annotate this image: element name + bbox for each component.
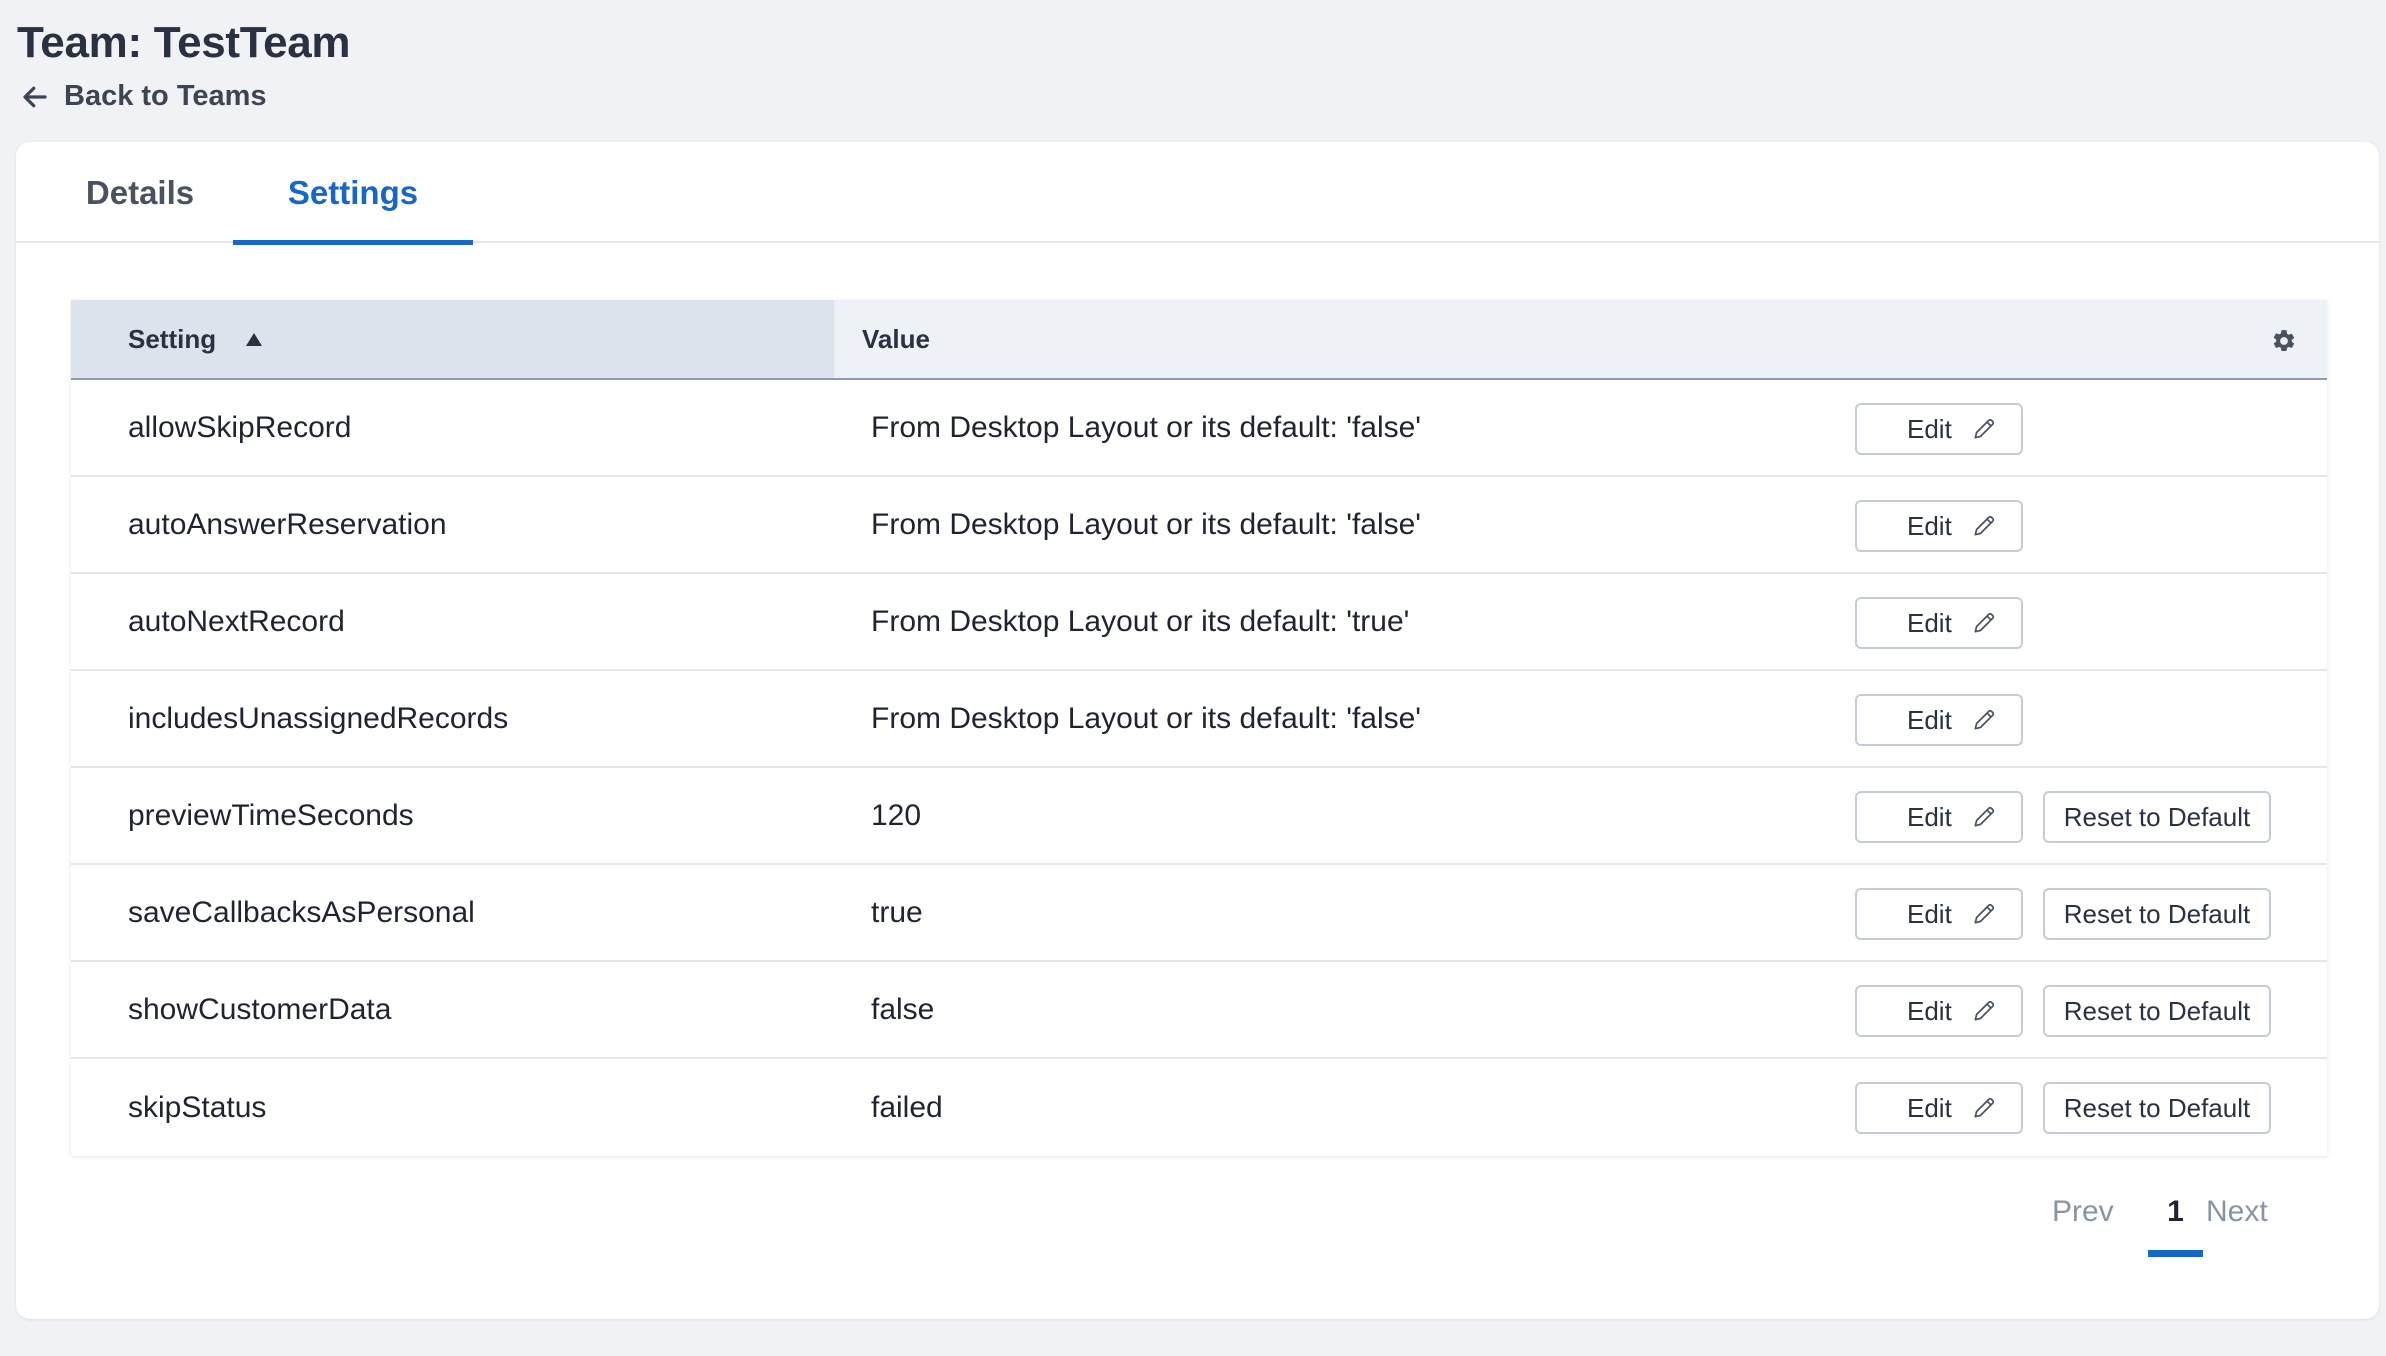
table-header: Setting Value <box>71 300 2327 380</box>
arrow-left-icon <box>23 86 47 107</box>
table-row: showCustomerData false Edit Reset to Defaul… <box>71 962 2327 1059</box>
pagination-next[interactable]: Next <box>2206 1195 2268 1229</box>
pencil-icon <box>1974 806 1995 827</box>
table-row: autoAnswerReservation From Desktop Layout… <box>71 477 2327 574</box>
edit-button-label: Edit <box>1907 1092 1952 1123</box>
pencil-icon <box>1974 612 1995 633</box>
settings-table: Setting Value allowSkipRecord From Deskto… <box>71 300 2327 1156</box>
edit-button-label: Edit <box>1907 898 1952 929</box>
edit-button[interactable]: Edit <box>1855 985 2023 1037</box>
edit-button-label: Edit <box>1907 510 1952 541</box>
edit-button[interactable]: Edit <box>1855 500 2023 552</box>
edit-button-label: Edit <box>1907 607 1952 638</box>
pencil-icon <box>1974 418 1995 439</box>
pencil-icon <box>1974 903 1995 924</box>
setting-value: 120 <box>871 798 922 832</box>
setting-value: From Desktop Layout or its default: 'fal… <box>871 410 1422 444</box>
edit-button[interactable]: Edit <box>1855 1082 2023 1134</box>
edit-button[interactable]: Edit <box>1855 694 2023 746</box>
setting-name: includesUnassignedRecords <box>128 701 509 735</box>
reset-to-default-button[interactable]: Reset to Default <box>2043 888 2271 940</box>
pencil-icon <box>1974 1097 1995 1118</box>
reset-to-default-button[interactable]: Reset to Default <box>2043 985 2271 1037</box>
edit-button-label: Edit <box>1907 704 1952 735</box>
pagination-page-current[interactable]: 1 <box>2148 1195 2203 1257</box>
reset-to-default-button[interactable]: Reset to Default <box>2043 1082 2271 1134</box>
table-body: allowSkipRecord From Desktop Layout or it… <box>71 380 2327 1156</box>
column-header-value: Value <box>834 300 2327 378</box>
setting-value: From Desktop Layout or its default: 'fal… <box>871 507 1422 541</box>
settings-card: Details Settings Setting Value allowSkip… <box>16 142 2379 1319</box>
setting-name: autoAnswerReservation <box>128 507 447 541</box>
edit-button[interactable]: Edit <box>1855 403 2023 455</box>
setting-value: From Desktop Layout or its default: 'fal… <box>871 701 1422 735</box>
table-row: skipStatus failed Edit Reset to Default <box>71 1059 2327 1156</box>
back-link-label: Back to Teams <box>64 80 267 112</box>
table-row: autoNextRecord From Desktop Layout or its… <box>71 574 2327 671</box>
setting-name: saveCallbacksAsPersonal <box>128 895 475 929</box>
pencil-icon <box>1974 515 1995 536</box>
page-title: Team: TestTeam <box>17 18 351 67</box>
gear-icon[interactable] <box>2271 328 2297 354</box>
setting-name: previewTimeSeconds <box>128 798 414 832</box>
setting-name: showCustomerData <box>128 992 392 1026</box>
setting-value: true <box>871 895 923 929</box>
column-header-value-label: Value <box>862 323 930 354</box>
column-header-setting-label: Setting <box>128 323 217 354</box>
sort-ascending-icon <box>246 332 263 346</box>
table-row: allowSkipRecord From Desktop Layout or it… <box>71 380 2327 477</box>
setting-name: autoNextRecord <box>128 604 345 638</box>
setting-value: From Desktop Layout or its default: 'tru… <box>871 604 1410 638</box>
pagination-prev[interactable]: Prev <box>2052 1195 2114 1229</box>
tab-settings[interactable]: Settings <box>233 142 473 245</box>
setting-name: skipStatus <box>128 1090 267 1124</box>
edit-button-label: Edit <box>1907 801 1952 832</box>
back-to-teams-link[interactable]: Back to Teams <box>20 80 267 113</box>
tab-bar: Details Settings <box>16 142 2379 245</box>
setting-name: allowSkipRecord <box>128 410 352 444</box>
edit-button-label: Edit <box>1907 413 1952 444</box>
table-row: previewTimeSeconds 120 Edit Reset to Defaul… <box>71 768 2327 865</box>
pencil-icon <box>1974 1000 1995 1021</box>
table-row: saveCallbacksAsPersonal true Edit Reset to … <box>71 865 2327 962</box>
reset-to-default-button[interactable]: Reset to Default <box>2043 791 2271 843</box>
edit-button[interactable]: Edit <box>1855 597 2023 649</box>
tab-details[interactable]: Details <box>56 142 224 243</box>
column-header-setting[interactable]: Setting <box>71 300 834 378</box>
table-row: includesUnassignedRecords From Desktop La… <box>71 671 2327 768</box>
pencil-icon <box>1974 709 1995 730</box>
setting-value: failed <box>871 1090 943 1124</box>
pagination: Prev 1 Next <box>16 1195 2379 1257</box>
edit-button[interactable]: Edit <box>1855 791 2023 843</box>
edit-button[interactable]: Edit <box>1855 888 2023 940</box>
setting-value: false <box>871 992 935 1026</box>
edit-button-label: Edit <box>1907 995 1952 1026</box>
